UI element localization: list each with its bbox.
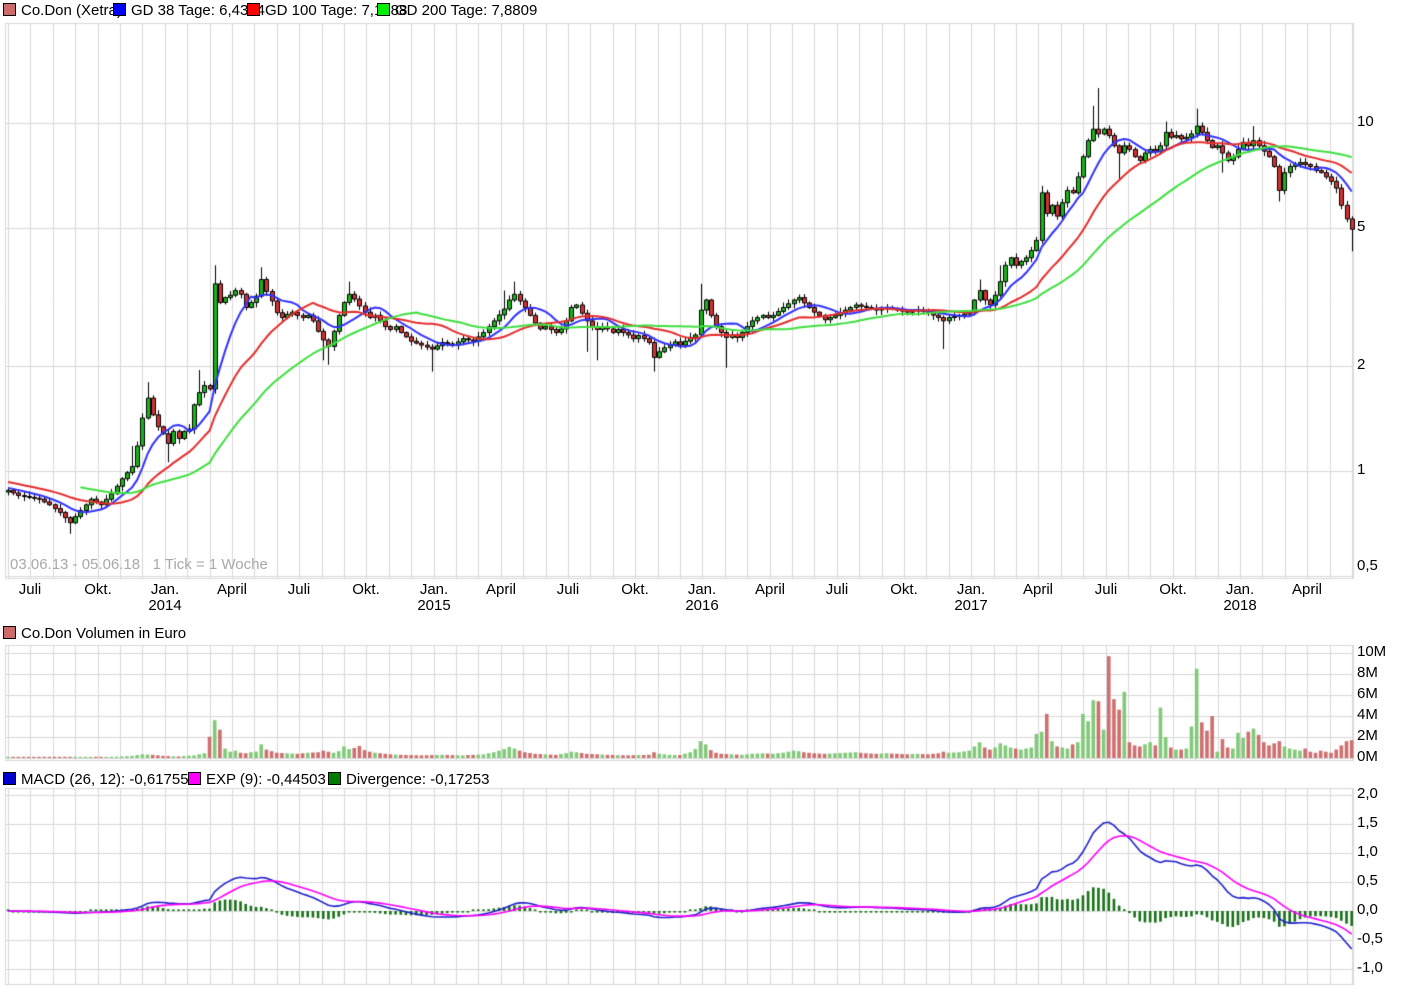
price-axis-label: 10 [1357, 113, 1374, 130]
legend-item-gd38: GD 38 Tage: 6,4374 [113, 2, 265, 19]
volume-axis-label: 6M [1357, 685, 1378, 702]
month-label: Jan. [956, 581, 986, 598]
macd-axis-label: -1,0 [1357, 959, 1383, 976]
legend-item-volume: Co.Don Volumen in Euro [3, 625, 187, 642]
year-label: 2018 [1223, 597, 1257, 614]
month-label: Jan. [1225, 581, 1255, 598]
volume-axis-label: 8M [1357, 664, 1378, 681]
price-axis-label: 5 [1357, 218, 1366, 235]
month-label: April [754, 581, 786, 598]
x-axis-tick: Okt. [84, 582, 112, 597]
main-chart-legend: Co.Don (Xetra) GD 38 Tage: 6,4374 GD 100 T… [0, 2, 1410, 22]
x-axis-tick: Jan. 2015 [417, 582, 450, 613]
x-axis-tick: Juli [557, 582, 580, 597]
x-axis-tick: Jan. 2014 [148, 582, 181, 613]
volume-series-swatch [3, 626, 16, 639]
price-axis-label: 0,5 [1357, 557, 1378, 574]
divergence-series-swatch [328, 772, 341, 785]
x-axis-tick: Juli [1095, 582, 1118, 597]
x-axis-tick: Okt. [1159, 582, 1187, 597]
macd-legend: MACD (26, 12): -0,61755 EXP (9): -0,44503… [0, 771, 1410, 791]
macd-axis-label: 1,5 [1357, 814, 1378, 831]
month-label: Juli [287, 581, 311, 598]
exp-series-label: EXP (9): -0,44503 [206, 771, 326, 788]
x-axis-tick: Okt. [352, 582, 380, 597]
legend-item-macd: MACD (26, 12): -0,61755 [3, 771, 189, 788]
codon-series-swatch [3, 3, 16, 16]
exp-series-swatch [188, 772, 201, 785]
month-label: Okt. [352, 581, 380, 598]
price-axis-label: 1 [1357, 461, 1366, 478]
x-axis-tick: Jan. 2016 [685, 582, 718, 613]
legend-item-exp: EXP (9): -0,44503 [188, 771, 326, 788]
date-range-label: 03.06.13 - 05.06.18 1 Tick = 1 Woche [10, 556, 268, 573]
month-label: Juli [18, 581, 42, 598]
macd-axis-label: 2,0 [1357, 785, 1378, 802]
x-axis-tick: Juli [19, 582, 42, 597]
price-axis-label: 2 [1357, 356, 1366, 373]
month-label: Jan. [150, 581, 180, 598]
macd-axis-label: 0,5 [1357, 872, 1378, 889]
month-label: April [485, 581, 517, 598]
x-axis-tick: April [1292, 582, 1322, 597]
month-label: Juli [1094, 581, 1118, 598]
volume-series-label: Co.Don Volumen in Euro [21, 625, 187, 642]
legend-item-gd200: GD 200 Tage: 7,8809 [377, 2, 538, 19]
stock-chart-page: Co.Don (Xetra) GD 38 Tage: 6,4374 GD 100 T… [0, 0, 1410, 989]
year-label: 2017 [954, 597, 988, 614]
legend-item-codon: Co.Don (Xetra) [3, 2, 122, 19]
volume-axis-label: 10M [1357, 643, 1387, 660]
month-label: Jan. [687, 581, 717, 598]
month-label: Juli [825, 581, 849, 598]
month-label: Juli [556, 581, 580, 598]
year-label: 2014 [148, 597, 182, 614]
month-label: Jan. [419, 581, 449, 598]
macd-axis-label: -0,5 [1357, 930, 1383, 947]
x-axis-tick: Juli [288, 582, 311, 597]
macd-axis-label: 1,0 [1357, 843, 1378, 860]
month-label: Okt. [1159, 581, 1187, 598]
year-label: 2016 [685, 597, 719, 614]
gd38-series-swatch [113, 3, 126, 16]
month-label: April [216, 581, 248, 598]
legend-item-divergence: Divergence: -0,17253 [328, 771, 490, 788]
divergence-series-label: Divergence: -0,17253 [346, 771, 490, 788]
chart-canvas [0, 0, 1410, 989]
codon-series-label: Co.Don (Xetra) [21, 2, 122, 19]
x-axis-tick: Jan. 2017 [954, 582, 987, 613]
volume-axis-label: 2M [1357, 727, 1378, 744]
month-label: April [1291, 581, 1323, 598]
month-label: April [1022, 581, 1054, 598]
volume-axis-label: 0M [1357, 748, 1378, 765]
macd-axis-label: 0,0 [1357, 901, 1378, 918]
volume-axis-label: 4M [1357, 706, 1378, 723]
x-axis-tick: Okt. [621, 582, 649, 597]
volume-legend: Co.Don Volumen in Euro [0, 625, 1410, 645]
x-axis-tick: April [755, 582, 785, 597]
gd38-series-label: GD 38 Tage: 6,4374 [131, 2, 265, 19]
month-label: Okt. [84, 581, 112, 598]
macd-series-swatch [3, 772, 16, 785]
gd100-series-swatch [247, 3, 260, 16]
x-axis-tick: April [217, 582, 247, 597]
month-label: Okt. [621, 581, 649, 598]
month-label: Okt. [890, 581, 918, 598]
year-label: 2015 [417, 597, 451, 614]
x-axis-tick: April [1023, 582, 1053, 597]
gd200-series-swatch [377, 3, 390, 16]
x-axis-tick: April [486, 582, 516, 597]
macd-series-label: MACD (26, 12): -0,61755 [21, 771, 189, 788]
x-axis-tick: Okt. [890, 582, 918, 597]
x-axis-tick: Jan. 2018 [1223, 582, 1256, 613]
gd200-series-label: GD 200 Tage: 7,8809 [395, 2, 538, 19]
x-axis-tick: Juli [826, 582, 849, 597]
